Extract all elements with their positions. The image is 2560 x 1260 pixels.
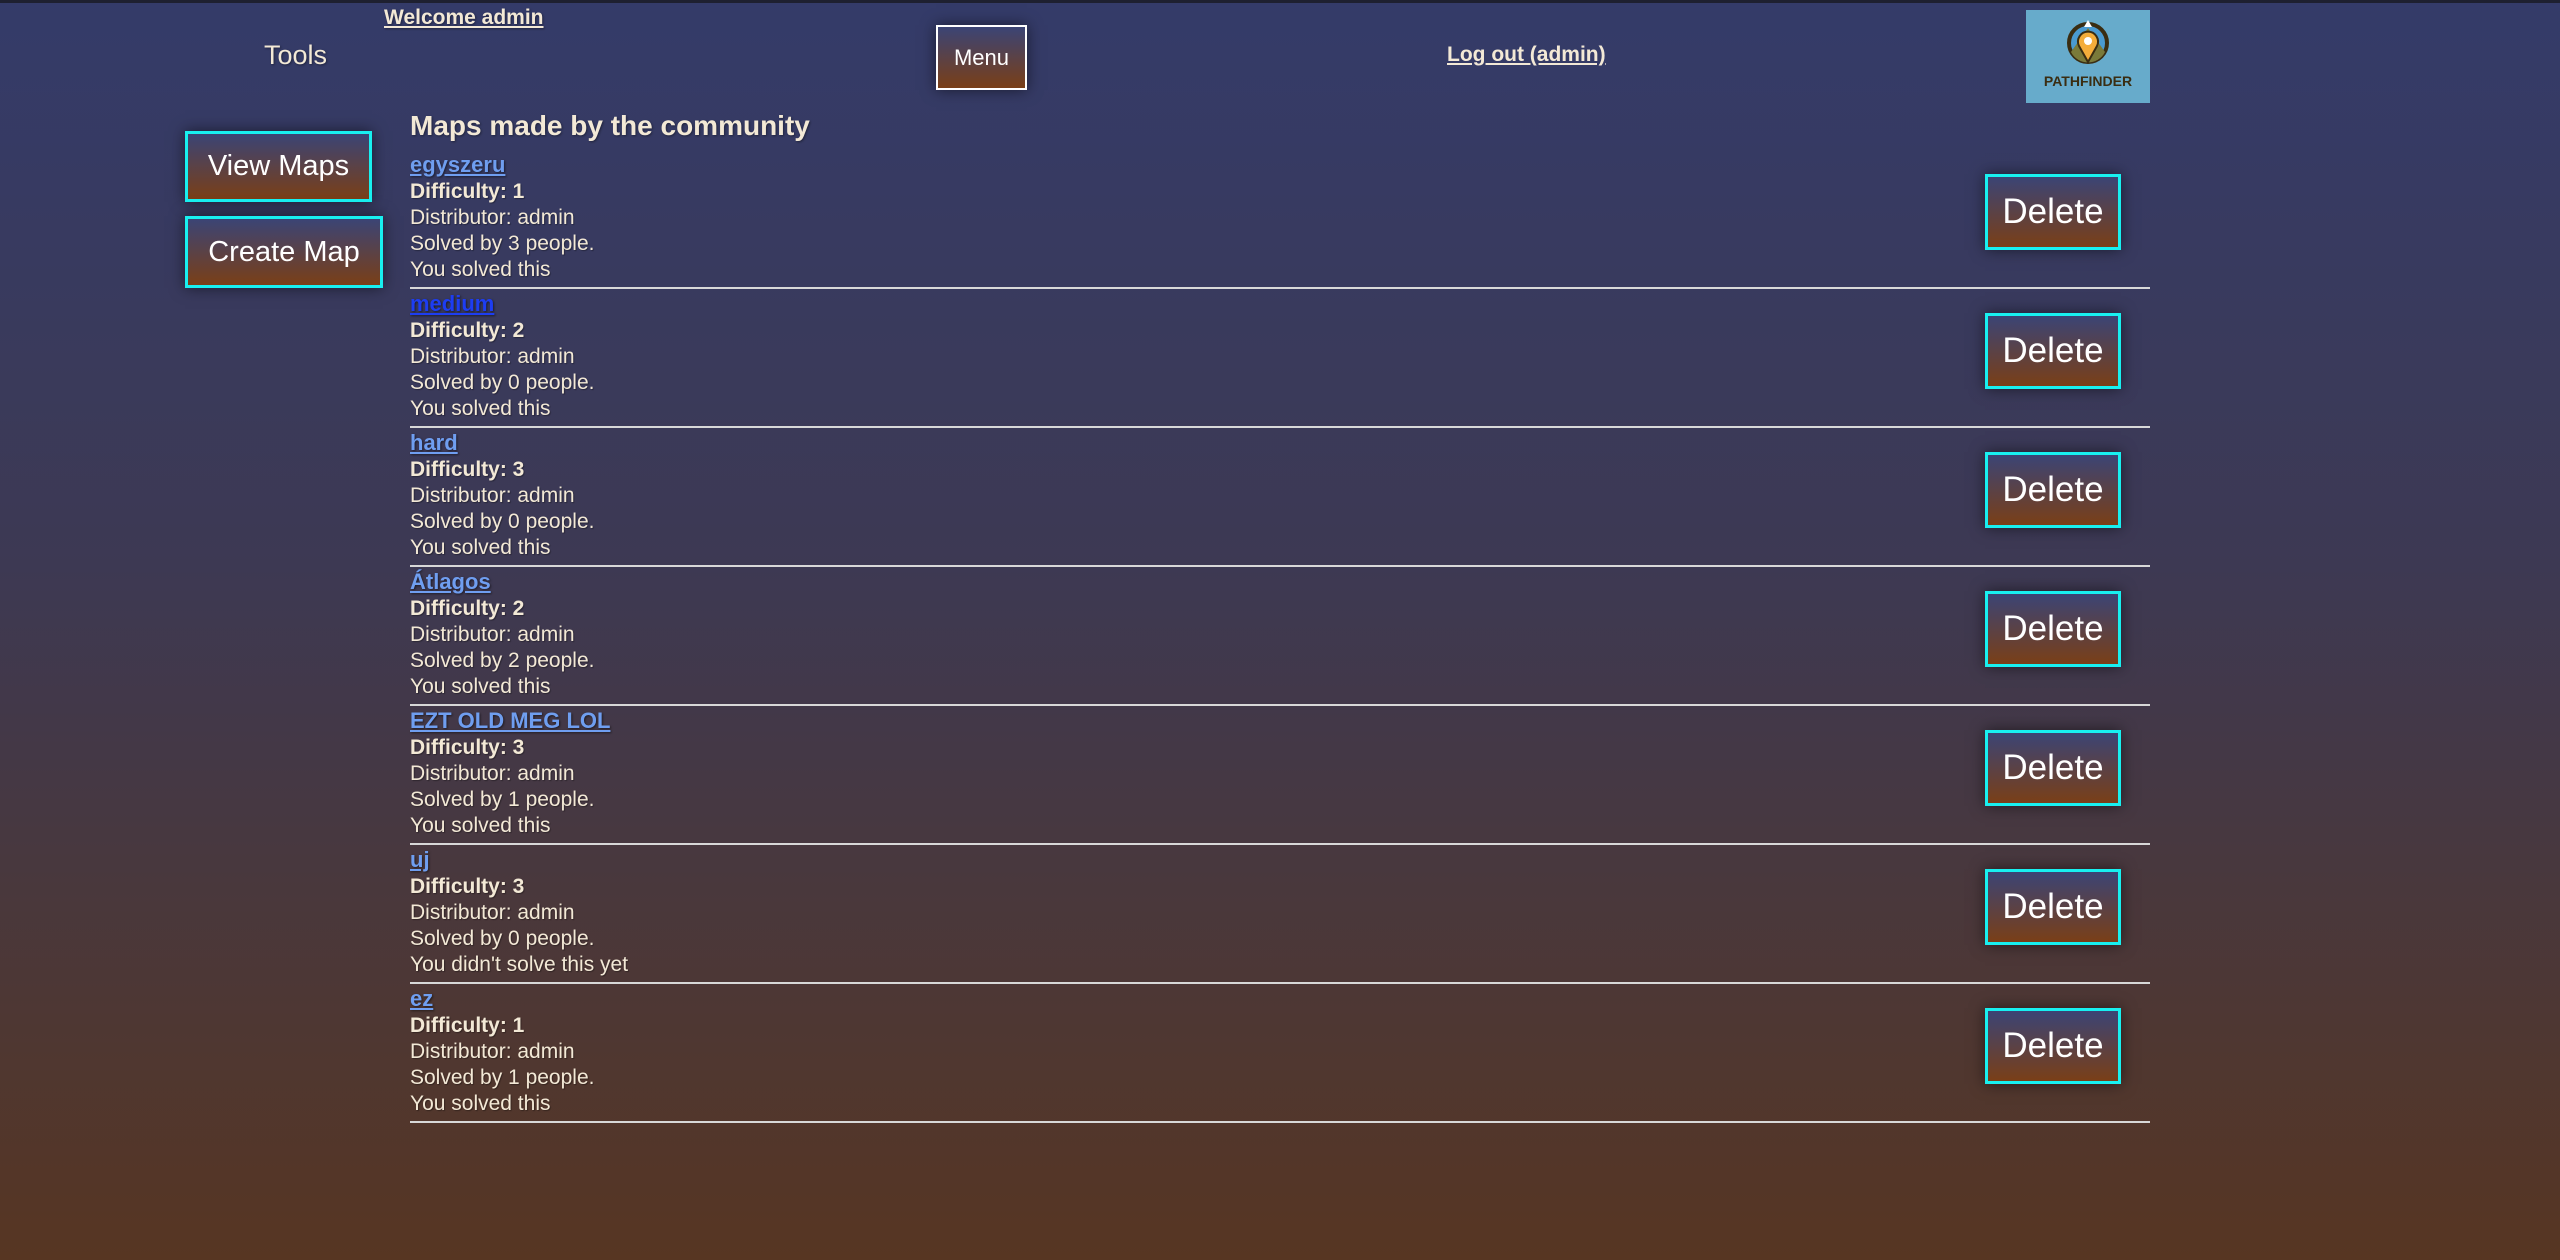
- map-title-link[interactable]: ez: [410, 985, 433, 1013]
- map-list-item: medium Difficulty: 2 Distributor: admin …: [410, 289, 2150, 428]
- map-title-link[interactable]: egyszeru: [410, 151, 505, 179]
- tools-label: Tools: [264, 40, 328, 70]
- map-solved-count: Solved by 2 people.: [410, 649, 595, 672]
- delete-button[interactable]: Delete: [1985, 313, 2121, 389]
- map-solve-status: You solved this: [410, 1092, 551, 1115]
- map-title-link[interactable]: hard: [410, 429, 458, 457]
- delete-button[interactable]: Delete: [1985, 174, 2121, 250]
- map-distributor: Distributor: admin: [410, 901, 575, 924]
- map-title-link[interactable]: medium: [410, 290, 494, 318]
- delete-button[interactable]: Delete: [1985, 730, 2121, 806]
- map-list-item: Átlagos Difficulty: 2 Distributor: admin…: [410, 567, 2150, 706]
- map-solved-count: Solved by 3 people.: [410, 232, 595, 255]
- top-border: [0, 0, 2560, 3]
- map-list-item: ez Difficulty: 1 Distributor: admin Solv…: [410, 984, 2150, 1123]
- map-difficulty: Difficulty: 2: [410, 597, 525, 620]
- map-difficulty: Difficulty: 2: [410, 319, 525, 342]
- delete-button[interactable]: Delete: [1985, 869, 2121, 945]
- delete-button[interactable]: Delete: [1985, 591, 2121, 667]
- logout-link[interactable]: Log out (admin): [1447, 43, 1606, 67]
- map-solve-status: You solved this: [410, 536, 551, 559]
- map-list-item: EZT OLD MEG LOL Difficulty: 3 Distributo…: [410, 706, 2150, 845]
- map-distributor: Distributor: admin: [410, 762, 575, 785]
- page-title: Maps made by the community: [410, 110, 810, 141]
- map-distributor: Distributor: admin: [410, 1040, 575, 1063]
- map-solve-status: You solved this: [410, 397, 551, 420]
- map-solved-count: Solved by 0 people.: [410, 371, 595, 394]
- map-solve-status: You didn't solve this yet: [410, 953, 629, 976]
- map-solved-count: Solved by 0 people.: [410, 927, 595, 950]
- map-solve-status: You solved this: [410, 675, 551, 698]
- map-title-link[interactable]: EZT OLD MEG LOL: [410, 707, 610, 735]
- map-solved-count: Solved by 1 people.: [410, 788, 595, 811]
- map-list-item: egyszeru Difficulty: 1 Distributor: admi…: [410, 150, 2150, 289]
- delete-button[interactable]: Delete: [1985, 1008, 2121, 1084]
- welcome-link[interactable]: Welcome admin: [384, 6, 544, 30]
- map-title-link[interactable]: Átlagos: [410, 568, 491, 596]
- map-difficulty: Difficulty: 3: [410, 736, 525, 759]
- map-distributor: Distributor: admin: [410, 206, 575, 229]
- map-solved-count: Solved by 1 people.: [410, 1066, 595, 1089]
- compass-pin-icon: [2067, 20, 2109, 65]
- delete-button[interactable]: Delete: [1985, 452, 2121, 528]
- map-title-link[interactable]: uj: [410, 846, 430, 874]
- map-distributor: Distributor: admin: [410, 484, 575, 507]
- map-solve-status: You solved this: [410, 814, 551, 837]
- map-difficulty: Difficulty: 1: [410, 180, 525, 203]
- logo-text: PATHFINDER: [2043, 73, 2133, 89]
- map-list-item: uj Difficulty: 3 Distributor: admin Solv…: [410, 845, 2150, 984]
- create-map-button[interactable]: Create Map: [185, 216, 383, 288]
- map-solved-count: Solved by 0 people.: [410, 510, 595, 533]
- map-distributor: Distributor: admin: [410, 345, 575, 368]
- map-difficulty: Difficulty: 3: [410, 458, 525, 481]
- map-difficulty: Difficulty: 1: [410, 1014, 525, 1037]
- pathfinder-logo[interactable]: PATHFINDER: [2026, 10, 2150, 103]
- map-solve-status: You solved this: [410, 258, 551, 281]
- map-distributor: Distributor: admin: [410, 623, 575, 646]
- view-maps-button[interactable]: View Maps: [185, 131, 372, 202]
- map-list: egyszeru Difficulty: 1 Distributor: admi…: [410, 150, 2150, 1123]
- menu-button[interactable]: Menu: [936, 25, 1027, 90]
- map-difficulty: Difficulty: 3: [410, 875, 525, 898]
- map-list-item: hard Difficulty: 3 Distributor: admin So…: [410, 428, 2150, 567]
